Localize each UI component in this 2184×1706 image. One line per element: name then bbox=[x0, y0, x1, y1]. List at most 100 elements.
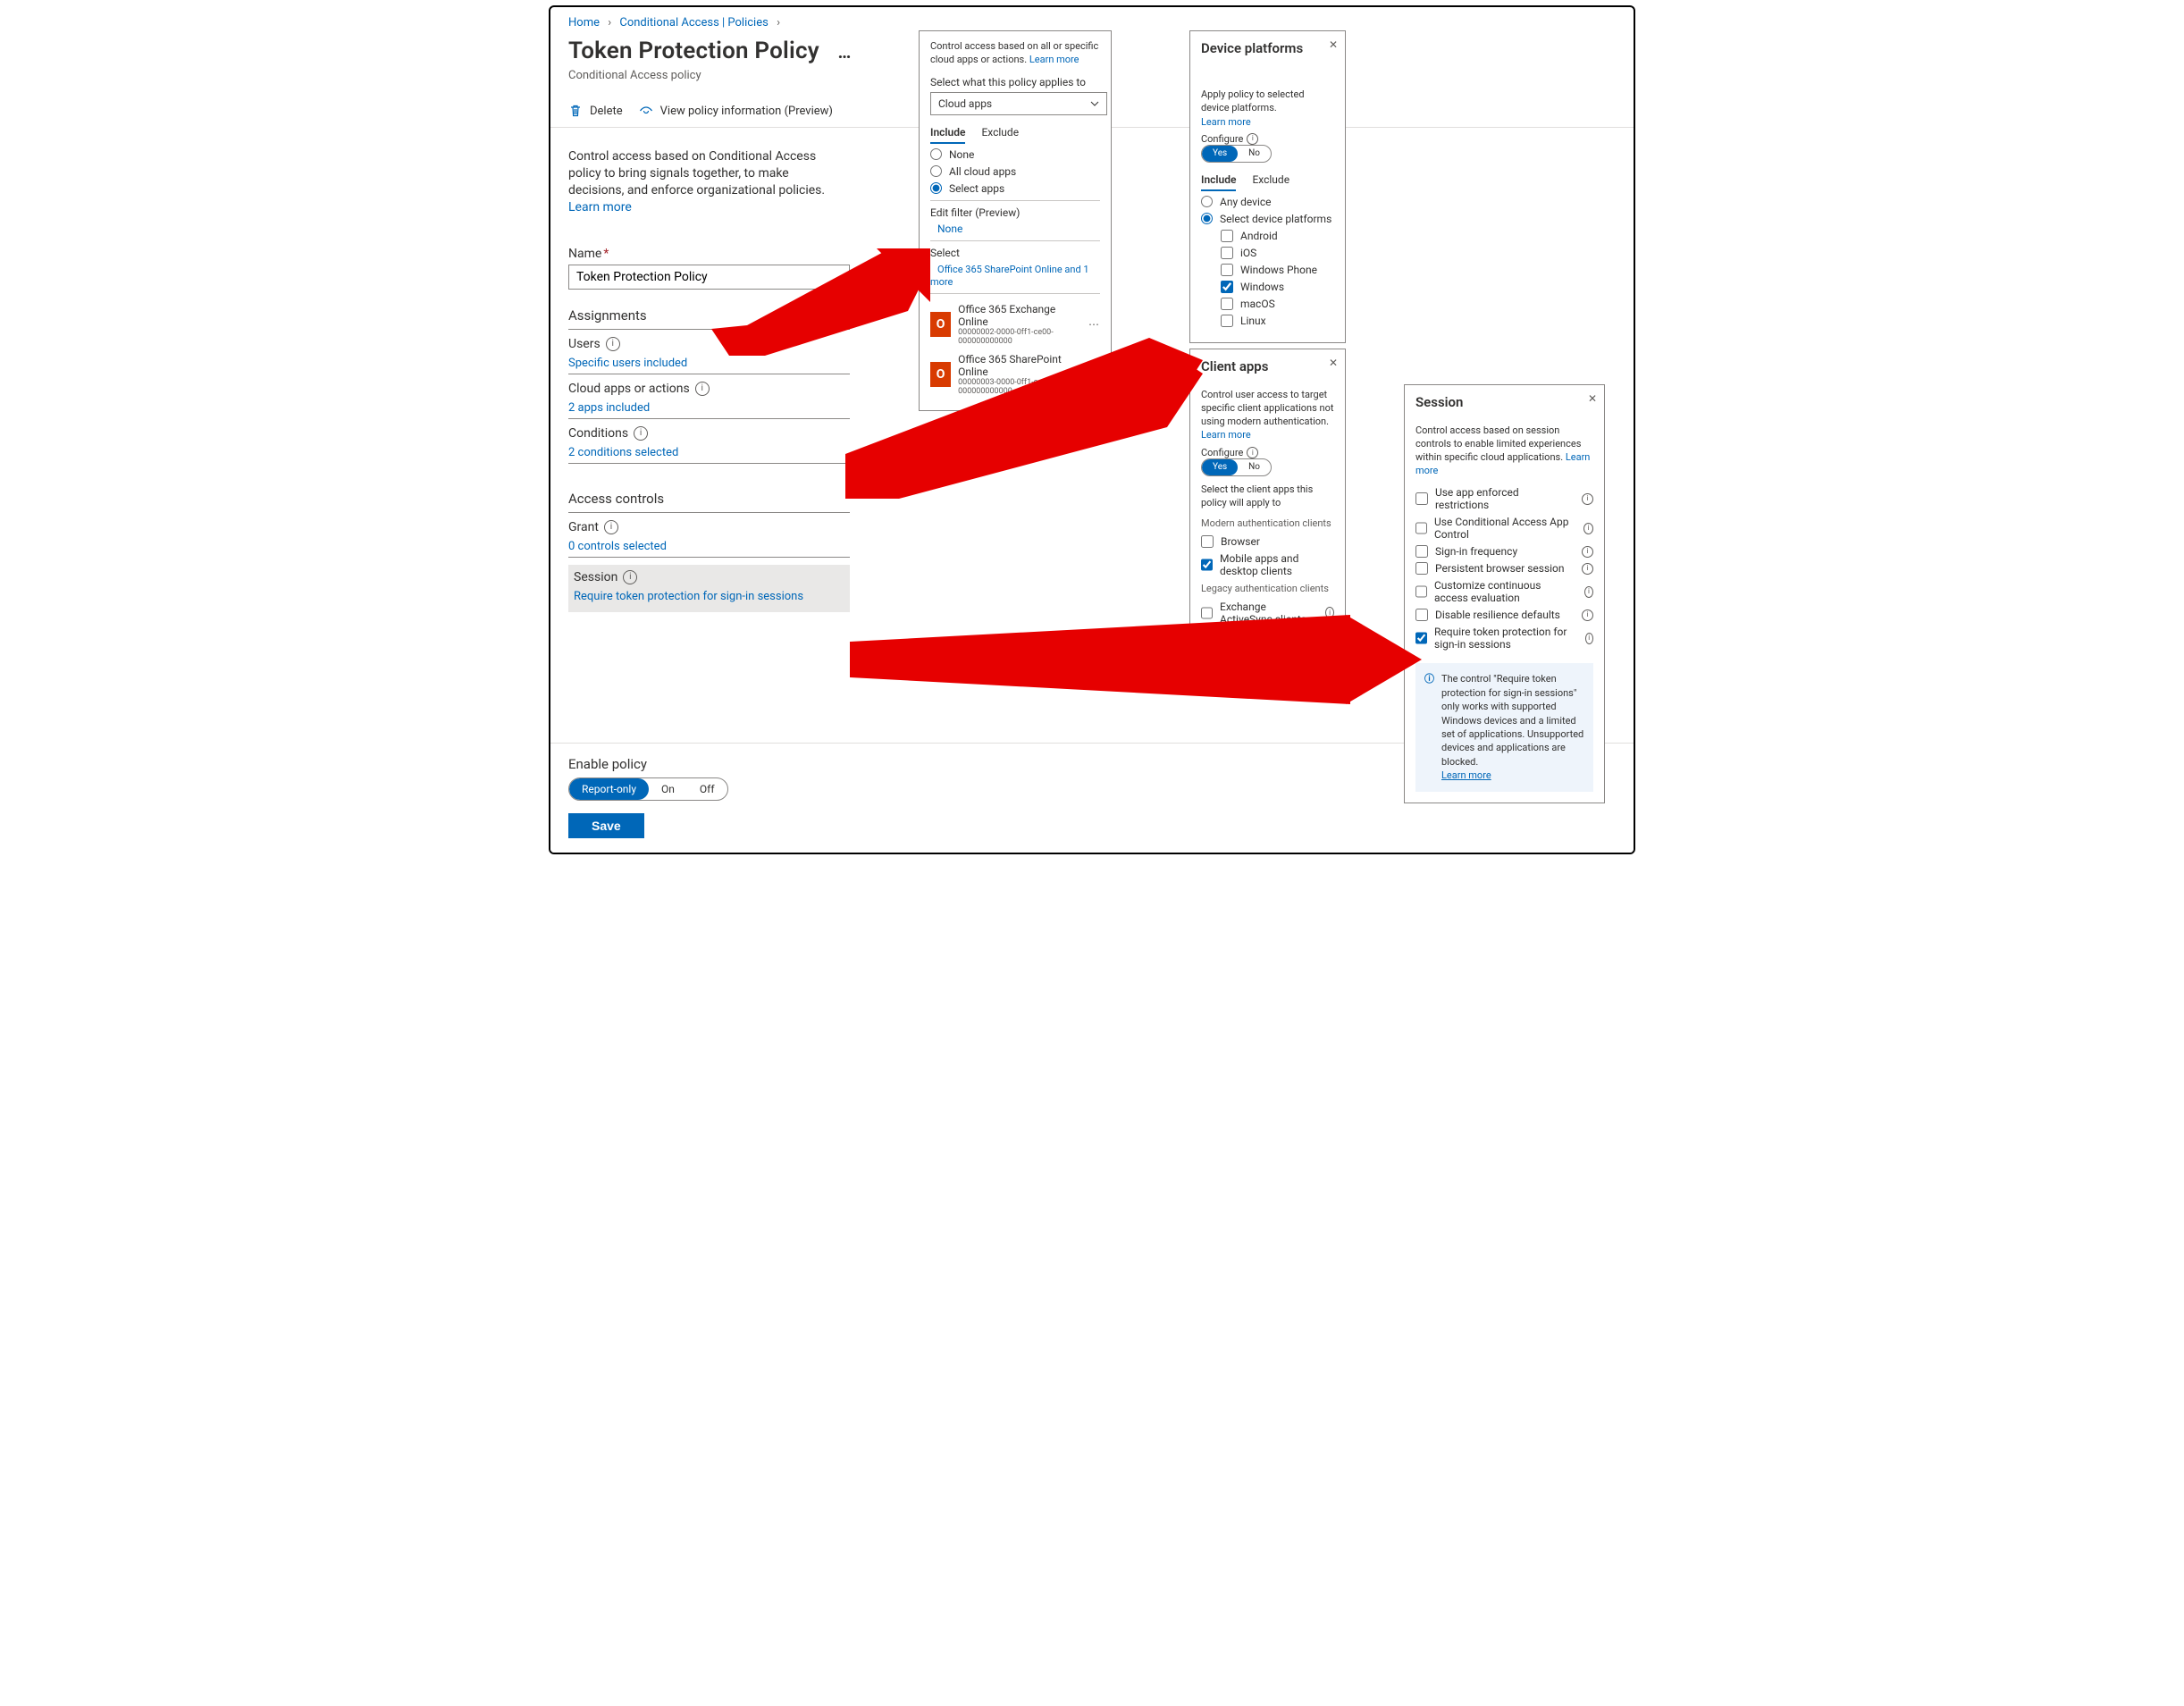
close-icon[interactable]: ✕ bbox=[1329, 38, 1338, 51]
info-icon[interactable]: i bbox=[1582, 563, 1593, 575]
edit-filter-none[interactable]: None bbox=[937, 223, 962, 235]
info-icon[interactable]: i bbox=[695, 382, 710, 396]
info-icon[interactable]: i bbox=[1247, 447, 1258, 458]
page-title-text: Token Protection Policy bbox=[568, 38, 819, 64]
check-persistent-browser[interactable]: Persistent browser sessioni bbox=[1415, 562, 1593, 575]
check-disable-resilience[interactable]: Disable resilience defaultsi bbox=[1415, 609, 1593, 621]
learn-more-link[interactable]: Learn more bbox=[1441, 769, 1491, 781]
grant-link[interactable]: 0 controls selected bbox=[568, 540, 667, 553]
radio-select-platforms[interactable]: Select device platforms bbox=[1201, 213, 1334, 225]
check-eas[interactable]: Exchange ActiveSync clientsi bbox=[1201, 601, 1334, 626]
selected-apps-link[interactable]: Office 365 SharePoint Online and 1 more bbox=[930, 264, 1089, 288]
apps-label: Cloud apps or actionsi bbox=[568, 382, 850, 396]
more-icon[interactable]: … bbox=[838, 41, 852, 63]
policy-description: Control access based on Conditional Acce… bbox=[568, 148, 845, 216]
check-cae[interactable]: Customize continuous access evaluationi bbox=[1415, 579, 1593, 604]
chevron-right-icon: › bbox=[608, 16, 611, 29]
tab-exclude[interactable]: Exclude bbox=[1252, 173, 1289, 191]
radio-none[interactable]: None bbox=[930, 148, 1100, 161]
delete-label: Delete bbox=[590, 105, 623, 118]
chevron-down-icon bbox=[1090, 99, 1099, 108]
check-mobile-desktop[interactable]: Mobile apps and desktop clients bbox=[1201, 552, 1334, 577]
chevron-right-icon: › bbox=[777, 16, 780, 29]
info-icon[interactable]: i bbox=[606, 337, 620, 351]
toggle-on[interactable]: On bbox=[649, 778, 687, 800]
radio-select-apps[interactable]: Select apps bbox=[930, 182, 1100, 195]
apps-link[interactable]: 2 apps included bbox=[568, 401, 650, 415]
toggle-yes[interactable]: Yes bbox=[1202, 459, 1238, 475]
info-icon[interactable]: i bbox=[623, 570, 637, 584]
info-icon[interactable]: i bbox=[604, 520, 618, 534]
info-icon[interactable]: i bbox=[1583, 523, 1593, 534]
device-panel-title: Device platforms bbox=[1201, 40, 1334, 56]
check-app-control[interactable]: Use Conditional Access App Controli bbox=[1415, 516, 1593, 541]
app-id: 00000003-0000-0ff1-ce00-000000000000 bbox=[958, 378, 1081, 396]
check-signin-freq[interactable]: Sign-in frequencyi bbox=[1415, 545, 1593, 558]
client-panel-intro: Control user access to target specific c… bbox=[1201, 389, 1334, 441]
info-icon[interactable]: i bbox=[1584, 586, 1593, 598]
apps-panel-intro: Control access based on all or specific … bbox=[930, 40, 1100, 67]
info-icon[interactable]: i bbox=[1325, 607, 1334, 618]
configure-label: Configurei bbox=[1201, 447, 1334, 458]
check-windows[interactable]: Windows bbox=[1221, 281, 1334, 293]
close-icon[interactable]: ✕ bbox=[1588, 392, 1597, 405]
check-android[interactable]: Android bbox=[1221, 230, 1334, 242]
check-browser[interactable]: Browser bbox=[1201, 535, 1334, 548]
session-info-note: ⓘ The control "Require token protection … bbox=[1415, 663, 1593, 791]
save-button[interactable]: Save bbox=[568, 813, 644, 838]
toggle-off[interactable]: Off bbox=[687, 778, 727, 800]
more-icon[interactable]: ⋯ bbox=[1088, 368, 1100, 381]
info-icon[interactable]: i bbox=[1582, 546, 1593, 558]
delete-button[interactable]: Delete bbox=[568, 104, 623, 118]
check-linux[interactable]: Linux bbox=[1221, 315, 1334, 327]
learn-more-link[interactable]: Learn more bbox=[568, 200, 632, 214]
more-icon[interactable]: ⋯ bbox=[1088, 318, 1100, 331]
check-token-protection[interactable]: Require token protection for sign-in ses… bbox=[1415, 626, 1593, 651]
check-app-enforced[interactable]: Use app enforced restrictionsi bbox=[1415, 486, 1593, 511]
learn-more-link[interactable]: Learn more bbox=[1201, 429, 1251, 441]
info-icon[interactable]: i bbox=[1582, 493, 1593, 505]
session-panel-title: Session bbox=[1415, 394, 1593, 410]
configure-toggle[interactable]: Yes No bbox=[1201, 145, 1272, 163]
tab-include[interactable]: Include bbox=[1201, 173, 1236, 191]
info-icon[interactable]: i bbox=[1582, 609, 1593, 621]
breadcrumb-mid[interactable]: Conditional Access | Policies bbox=[619, 16, 768, 29]
toggle-yes[interactable]: Yes bbox=[1202, 146, 1238, 162]
tab-include[interactable]: Include bbox=[930, 126, 965, 144]
breadcrumb-home[interactable]: Home bbox=[568, 16, 600, 29]
info-icon[interactable]: i bbox=[1289, 630, 1301, 642]
conditions-link[interactable]: 2 conditions selected bbox=[568, 446, 678, 459]
configure-label: Configurei bbox=[1201, 133, 1334, 145]
session-link[interactable]: Require token protection for sign-in ses… bbox=[574, 590, 803, 603]
check-other-clients[interactable]: Other clientsi bbox=[1201, 630, 1334, 643]
check-winphone[interactable]: Windows Phone bbox=[1221, 264, 1334, 276]
toggle-report-only[interactable]: Report-only bbox=[569, 778, 649, 800]
close-icon[interactable]: ✕ bbox=[1329, 357, 1338, 369]
apps-select-label: Select what this policy applies to bbox=[930, 76, 1100, 88]
name-input[interactable] bbox=[568, 265, 850, 290]
toggle-no[interactable]: No bbox=[1238, 146, 1271, 162]
app-tile-sharepoint[interactable]: O Office 365 SharePoint Online 00000003-… bbox=[930, 349, 1100, 399]
radio-all-apps[interactable]: All cloud apps bbox=[930, 165, 1100, 178]
policy-form: Name* Assignments Usersi Specific users … bbox=[568, 241, 850, 612]
info-icon[interactable]: i bbox=[634, 426, 648, 441]
users-label: Usersi bbox=[568, 337, 850, 351]
learn-more-link[interactable]: Learn more bbox=[1201, 116, 1251, 128]
check-ios[interactable]: iOS bbox=[1221, 247, 1334, 259]
toggle-no[interactable]: No bbox=[1238, 459, 1271, 475]
tab-exclude[interactable]: Exclude bbox=[981, 126, 1019, 144]
view-policy-info-button[interactable]: View policy information (Preview) bbox=[639, 104, 833, 118]
apps-tabs: Include Exclude bbox=[930, 126, 1100, 144]
client-select-intro: Select the client apps this policy will … bbox=[1201, 483, 1334, 510]
learn-more-link[interactable]: Learn more bbox=[1029, 54, 1079, 65]
configure-toggle[interactable]: Yes No bbox=[1201, 458, 1272, 476]
check-macos[interactable]: macOS bbox=[1221, 298, 1334, 310]
info-icon[interactable]: i bbox=[1247, 133, 1258, 145]
enable-policy-toggle[interactable]: Report-only On Off bbox=[568, 777, 728, 801]
policy-description-text: Control access based on Conditional Acce… bbox=[568, 149, 825, 197]
info-icon[interactable]: i bbox=[1585, 633, 1593, 644]
users-link[interactable]: Specific users included bbox=[568, 357, 687, 370]
app-tile-exchange[interactable]: O Office 365 Exchange Online 00000002-00… bbox=[930, 299, 1100, 349]
radio-any-device[interactable]: Any device bbox=[1201, 196, 1334, 208]
apps-dropdown[interactable]: Cloud apps bbox=[930, 92, 1107, 115]
